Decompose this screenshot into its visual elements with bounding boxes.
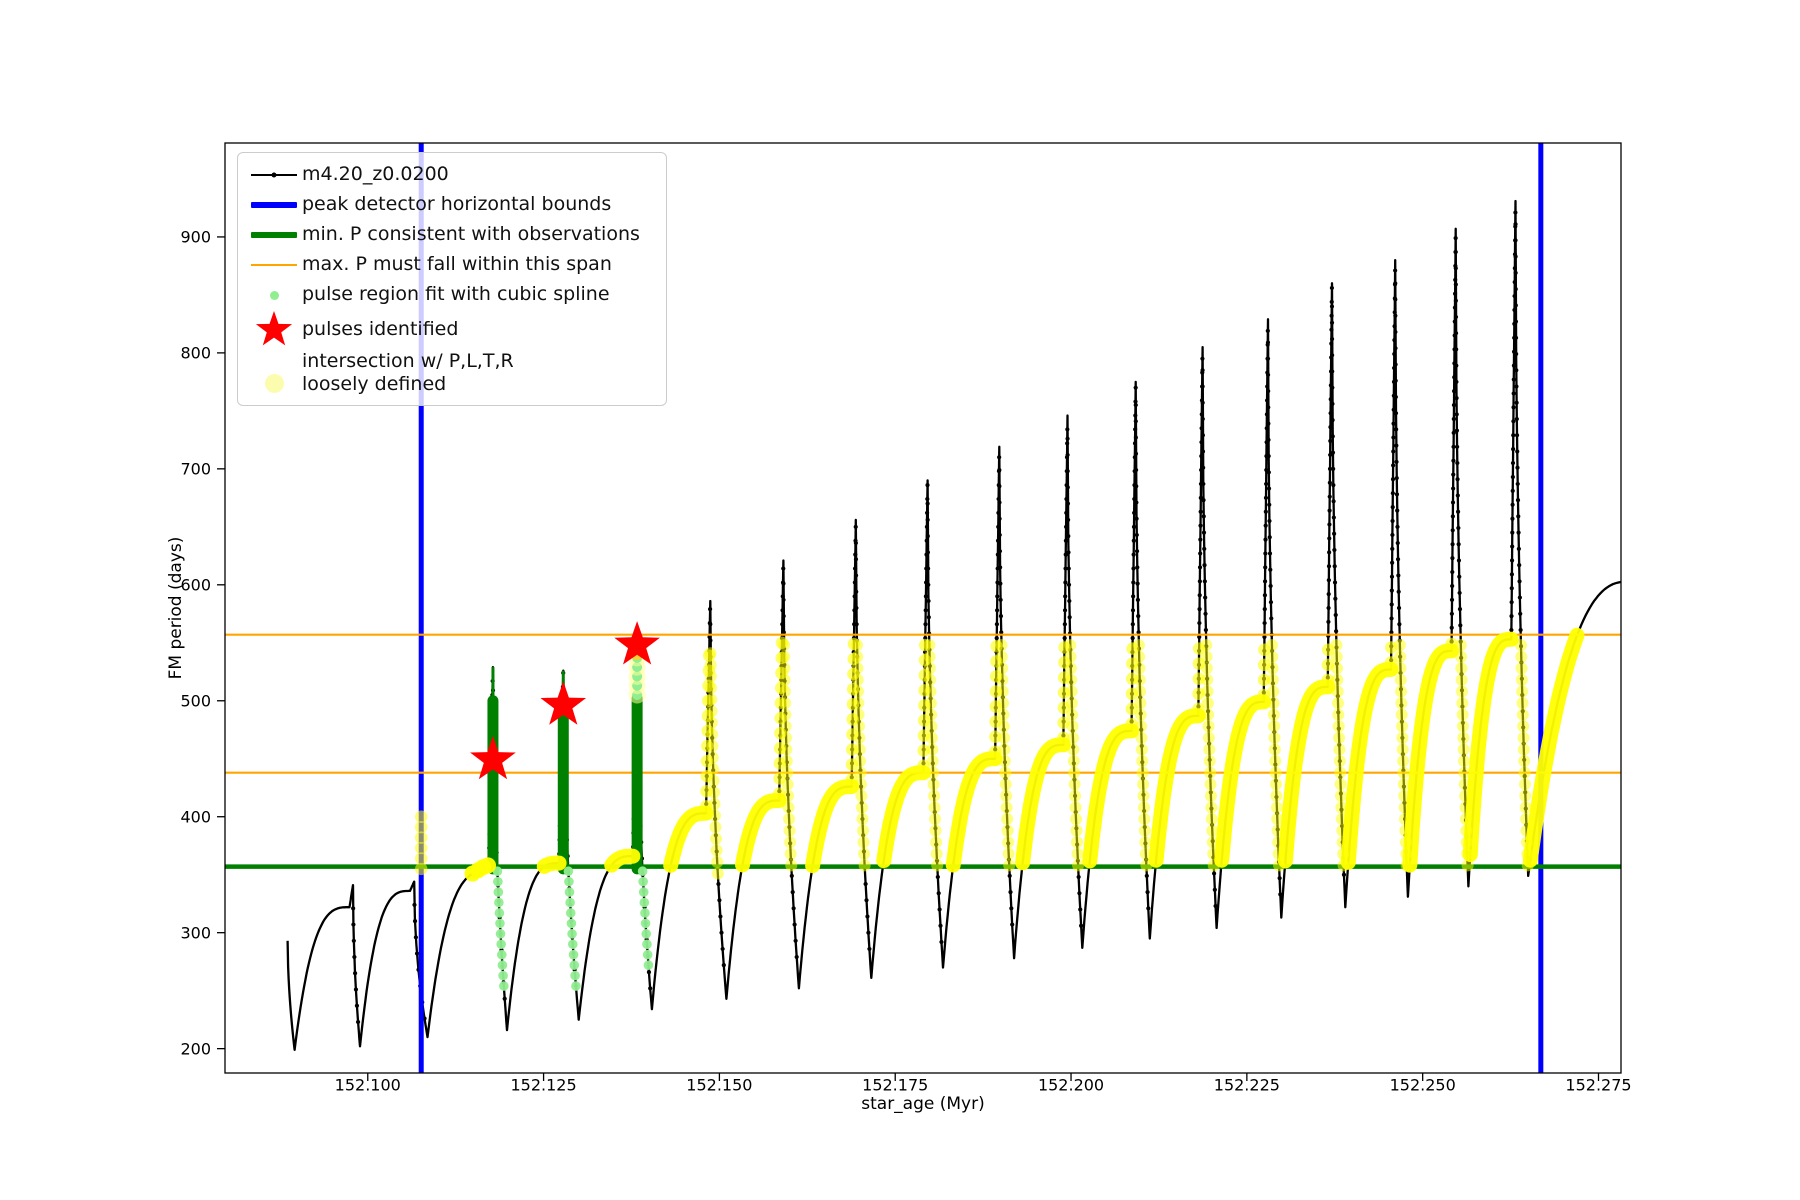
pulse-region-dot xyxy=(499,981,509,991)
legend-label: min. P consistent with observations xyxy=(302,223,640,246)
pulse-region-dot xyxy=(640,908,650,918)
star-marker-icon xyxy=(246,310,302,350)
pulse-region-dot xyxy=(641,919,651,929)
pulse-region-dot xyxy=(643,950,653,960)
pulse-region-dot xyxy=(644,960,654,970)
blue-line-marker-icon xyxy=(246,202,302,208)
legend-label: peak detector horizontal bounds xyxy=(302,193,611,216)
legend-row-series: m4.20_z0.0200 xyxy=(246,160,656,190)
green-line-marker-icon xyxy=(246,232,302,238)
pulse-region-dot xyxy=(566,908,576,918)
pulse-region-dot xyxy=(568,939,578,949)
green-dot-marker-icon xyxy=(246,291,302,300)
figure: star_age (Myr) FM period (days) 152.1001… xyxy=(0,0,1800,1200)
pulse-region-dot xyxy=(564,877,574,887)
legend-label: max. P must fall within this span xyxy=(302,253,612,276)
pulse-region-dot xyxy=(638,877,648,887)
orange-line-marker-icon xyxy=(246,264,302,266)
pulse-region-dot xyxy=(498,960,508,970)
pulse-region-dot xyxy=(639,887,649,897)
legend-label: pulse region fit with cubic spline xyxy=(302,283,610,306)
pulse-region-dot xyxy=(494,887,504,897)
pulse-region-dot xyxy=(642,939,652,949)
legend-row-max-p: max. P must fall within this span xyxy=(246,250,656,280)
pulse-region-dot xyxy=(495,908,505,918)
pulse-region-dot xyxy=(498,971,508,981)
legend-label: intersection w/ P,L,T,R loosely defined xyxy=(302,350,514,396)
pulse-region-dot xyxy=(638,866,648,876)
legend-row-pulses: pulses identified xyxy=(246,310,656,350)
pulse-region-dot xyxy=(496,939,506,949)
legend-row-intersection: intersection w/ P,L,T,R loosely defined xyxy=(246,350,656,396)
legend-row-peak-detector: peak detector horizontal bounds xyxy=(246,190,656,220)
legend-row-pulse-region: pulse region fit with cubic spline xyxy=(246,280,656,310)
pulse-region-dot xyxy=(569,950,579,960)
pulse-region-dot xyxy=(564,866,574,876)
pulse-region-dot xyxy=(569,960,579,970)
yellow-dot-marker-icon xyxy=(246,374,302,393)
pulse-region-dot xyxy=(565,887,575,897)
legend-label: m4.20_z0.0200 xyxy=(302,163,449,186)
pulse-region-dot xyxy=(494,898,504,908)
pulse-region-dot xyxy=(640,898,650,908)
line-dot-marker-icon xyxy=(246,174,302,176)
pulse-region-dot xyxy=(571,981,581,991)
legend: m4.20_z0.0200 peak detector horizontal b… xyxy=(237,152,667,406)
intersection-overlay xyxy=(415,635,1577,882)
pulse-region-dot xyxy=(567,919,577,929)
pulse-region-dot xyxy=(565,898,575,908)
pulse-region-dot xyxy=(567,929,577,939)
pulse-region-dot xyxy=(497,950,507,960)
legend-row-min-p: min. P consistent with observations xyxy=(246,220,656,250)
legend-label: pulses identified xyxy=(302,318,458,341)
pulse-region-dot xyxy=(641,929,651,939)
pulse-region-dot xyxy=(570,971,580,981)
pulse-region-dot xyxy=(493,877,503,887)
pulse-region-dot xyxy=(495,919,505,929)
pulse-region-dot xyxy=(496,929,506,939)
